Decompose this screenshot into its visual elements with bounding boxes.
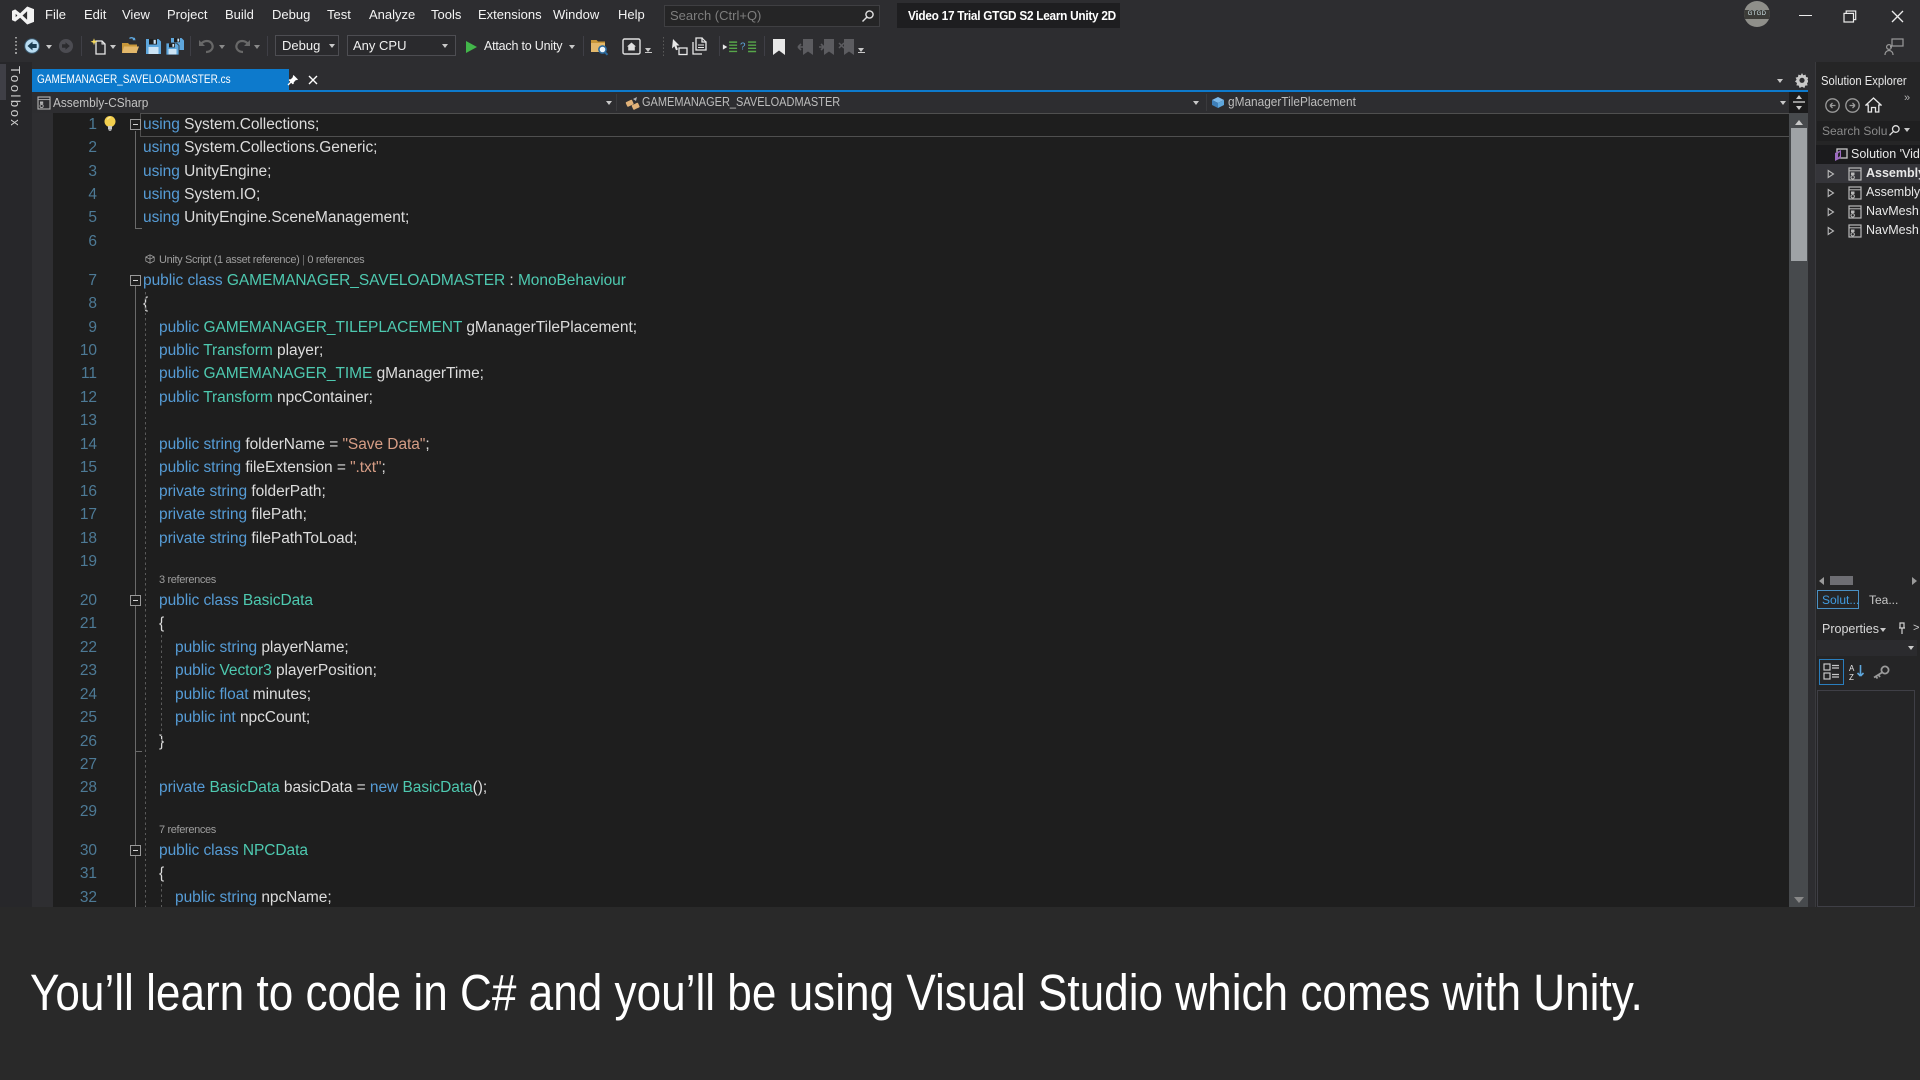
svg-text:A: A [1849,664,1855,673]
svg-text:Z: Z [1849,673,1854,680]
